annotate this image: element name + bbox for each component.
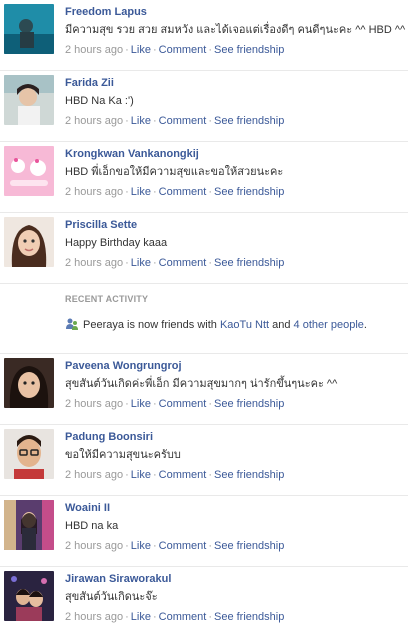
post-meta: 2 hours ago · Like · Comment · See friendship bbox=[65, 44, 285, 56]
post-meta: 2 hours ago · Like · Comment · See friendship bbox=[65, 186, 285, 198]
post-meta: 2 hours ago · Like · Comment · See friendship bbox=[65, 611, 285, 623]
recent-activity-item: Peeraya is now friends with KaoTu Ntt an… bbox=[65, 317, 367, 334]
feed-post: Priscilla Sette Happy Birthday kaaa 2 ho… bbox=[0, 213, 408, 284]
feed-post: Padung Boonsiri ขอให้มีความสุขนะครับบ 2 … bbox=[0, 425, 408, 496]
feed-post: Woaini II HBD na ka 2 hours ago · Like · Com… bbox=[0, 496, 408, 567]
feed-post: Jirawan Siraworakul สุขสันต์วันเกิดนะจ๊ะ… bbox=[0, 567, 408, 638]
see-friendship-link[interactable]: See friendship bbox=[214, 44, 284, 56]
see-friendship-link[interactable]: See friendship bbox=[214, 540, 284, 552]
timestamp: 2 hours ago bbox=[65, 44, 124, 56]
author-name[interactable]: Paveena Wongrungroj bbox=[65, 359, 182, 373]
see-friendship-link[interactable]: See friendship bbox=[214, 398, 284, 410]
post-message: HBD พี่เอ็กขอให้มีความสุขและขอให้สวยนะคะ bbox=[65, 166, 284, 178]
comment-link[interactable]: Comment bbox=[159, 540, 207, 552]
activity-feed: Freedom Lapus มีความสุข รวย สวย สมหวัง แ… bbox=[0, 0, 408, 638]
see-friendship-link[interactable]: See friendship bbox=[214, 611, 284, 623]
comment-link[interactable]: Comment bbox=[159, 398, 207, 410]
post-message: HBD Na Ka :') bbox=[65, 95, 134, 107]
author-name[interactable]: Farida Zii bbox=[65, 76, 114, 90]
recent-activity: RECENT ACTIVITY Peeraya is now friends w… bbox=[0, 284, 408, 354]
comment-link[interactable]: Comment bbox=[159, 186, 207, 198]
post-meta: 2 hours ago · Like · Comment · See friendship bbox=[65, 469, 285, 481]
avatar[interactable] bbox=[4, 146, 54, 196]
comment-link[interactable]: Comment bbox=[159, 115, 207, 127]
like-link[interactable]: Like bbox=[131, 115, 151, 127]
timestamp: 2 hours ago bbox=[65, 611, 124, 623]
see-friendship-link[interactable]: See friendship bbox=[214, 115, 284, 127]
author-name[interactable]: Krongkwan Vankanongkij bbox=[65, 147, 199, 161]
see-friendship-link[interactable]: See friendship bbox=[214, 257, 284, 269]
friend-link-kaotu[interactable]: KaoTu Ntt bbox=[220, 319, 269, 331]
post-message: HBD na ka bbox=[65, 520, 119, 532]
recent-activity-conjunction: and bbox=[269, 319, 294, 331]
like-link[interactable]: Like bbox=[131, 186, 151, 198]
see-friendship-link[interactable]: See friendship bbox=[214, 186, 284, 198]
other-people-link[interactable]: 4 other people bbox=[294, 319, 364, 331]
comment-link[interactable]: Comment bbox=[159, 611, 207, 623]
comment-link[interactable]: Comment bbox=[159, 257, 207, 269]
see-friendship-link[interactable]: See friendship bbox=[214, 469, 284, 481]
author-name[interactable]: Jirawan Siraworakul bbox=[65, 572, 171, 586]
timestamp: 2 hours ago bbox=[65, 540, 124, 552]
recent-activity-title: RECENT ACTIVITY bbox=[65, 294, 149, 304]
post-message: ขอให้มีความสุขนะครับบ bbox=[65, 449, 181, 461]
post-meta: 2 hours ago · Like · Comment · See friendship bbox=[65, 398, 285, 410]
like-link[interactable]: Like bbox=[131, 257, 151, 269]
post-meta: 2 hours ago · Like · Comment · See friendship bbox=[65, 540, 285, 552]
author-name[interactable]: Freedom Lapus bbox=[65, 5, 147, 19]
timestamp: 2 hours ago bbox=[65, 469, 124, 481]
avatar[interactable] bbox=[4, 4, 54, 54]
avatar[interactable] bbox=[4, 358, 54, 408]
friends-icon bbox=[65, 317, 79, 334]
feed-post: Farida Zii HBD Na Ka :') 2 hours ago · Lik… bbox=[0, 71, 408, 142]
author-name[interactable]: Padung Boonsiri bbox=[65, 430, 153, 444]
avatar[interactable] bbox=[4, 75, 54, 125]
comment-link[interactable]: Comment bbox=[159, 44, 207, 56]
post-message: สุขสันต์วันเกิดค่ะพี่เอ็ก มีความสุขมากๆ … bbox=[65, 378, 338, 390]
feed-post: Krongkwan Vankanongkij HBD พี่เอ็กขอให้ม… bbox=[0, 142, 408, 213]
timestamp: 2 hours ago bbox=[65, 398, 124, 410]
post-meta: 2 hours ago · Like · Comment · See friendship bbox=[65, 115, 285, 127]
author-name[interactable]: Priscilla Sette bbox=[65, 218, 137, 232]
timestamp: 2 hours ago bbox=[65, 115, 124, 127]
recent-activity-text: Peeraya is now friends with bbox=[83, 319, 220, 331]
avatar[interactable] bbox=[4, 429, 54, 479]
recent-activity-period: . bbox=[363, 319, 367, 331]
timestamp: 2 hours ago bbox=[65, 186, 124, 198]
avatar[interactable] bbox=[4, 217, 54, 267]
like-link[interactable]: Like bbox=[131, 540, 151, 552]
like-link[interactable]: Like bbox=[131, 611, 151, 623]
author-name[interactable]: Woaini II bbox=[65, 501, 110, 515]
like-link[interactable]: Like bbox=[131, 469, 151, 481]
post-message: Happy Birthday kaaa bbox=[65, 237, 168, 249]
avatar[interactable] bbox=[4, 500, 54, 550]
post-meta: 2 hours ago · Like · Comment · See friendship bbox=[65, 257, 285, 269]
comment-link[interactable]: Comment bbox=[159, 469, 207, 481]
like-link[interactable]: Like bbox=[131, 398, 151, 410]
timestamp: 2 hours ago bbox=[65, 257, 124, 269]
like-link[interactable]: Like bbox=[131, 44, 151, 56]
post-message: มีความสุข รวย สวย สมหวัง และได้เจอแต่เรื… bbox=[65, 24, 406, 36]
avatar[interactable] bbox=[4, 571, 54, 621]
post-message: สุขสันต์วันเกิดนะจ๊ะ bbox=[65, 591, 158, 603]
feed-post: Paveena Wongrungroj สุขสันต์วันเกิดค่ะพี… bbox=[0, 354, 408, 425]
feed-post: Freedom Lapus มีความสุข รวย สวย สมหวัง แ… bbox=[0, 0, 408, 71]
